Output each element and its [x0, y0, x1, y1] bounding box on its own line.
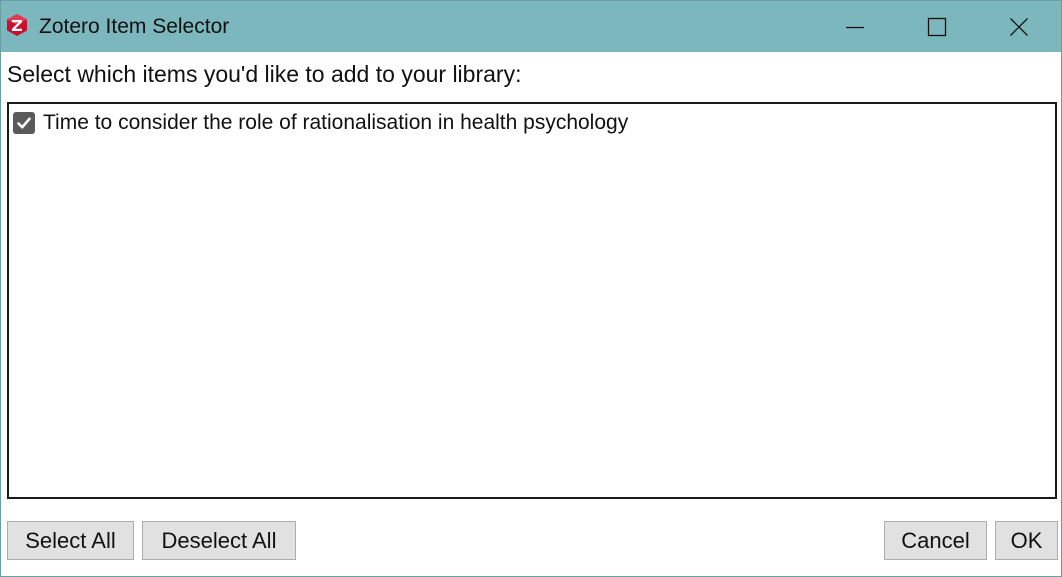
maximize-icon: [927, 17, 947, 37]
minimize-icon: [845, 17, 865, 37]
select-all-button[interactable]: Select All: [7, 521, 134, 560]
instruction-text: Select which items you'd like to add to …: [7, 61, 522, 87]
item-checkbox[interactable]: [13, 112, 35, 134]
checkmark-icon: [17, 117, 31, 129]
close-icon: [1009, 17, 1029, 37]
close-button[interactable]: [979, 1, 1059, 52]
minimize-button[interactable]: [815, 1, 895, 52]
maximize-button[interactable]: [897, 1, 977, 52]
item-title: Time to consider the role of rationalisa…: [43, 111, 629, 134]
window-title: Zotero Item Selector: [39, 15, 230, 38]
ok-button[interactable]: OK: [995, 521, 1058, 560]
list-item[interactable]: Time to consider the role of rationalisa…: [13, 110, 628, 136]
item-list[interactable]: Time to consider the role of rationalisa…: [7, 102, 1057, 499]
cancel-button[interactable]: Cancel: [884, 521, 987, 560]
zotero-item-selector-window: Zotero Item Selector Select which items …: [0, 0, 1062, 577]
title-bar[interactable]: Zotero Item Selector: [1, 1, 1061, 52]
zotero-z-icon: [5, 13, 29, 37]
deselect-all-button[interactable]: Deselect All: [142, 521, 296, 560]
